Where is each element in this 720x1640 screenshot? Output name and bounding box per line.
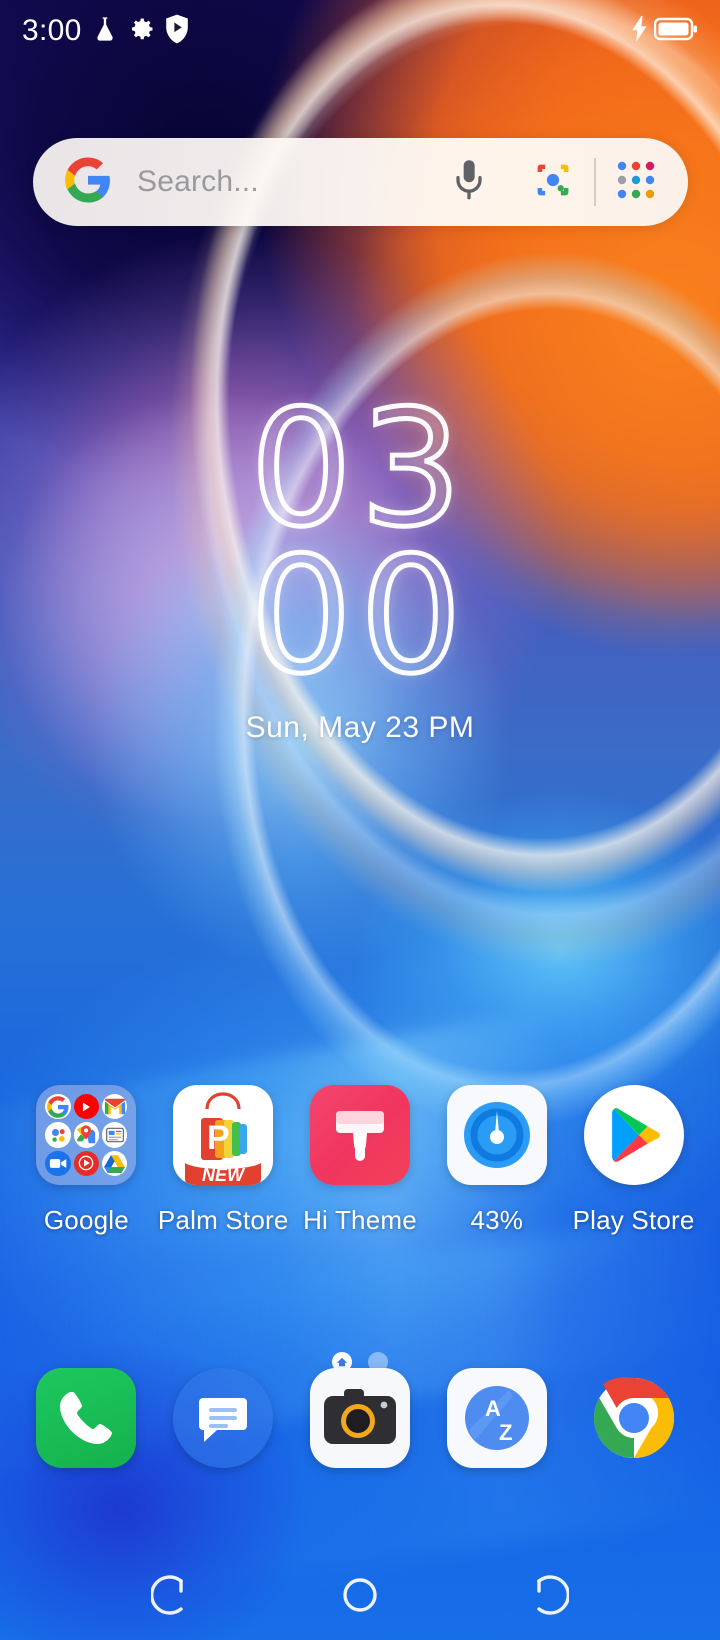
app-hi-theme[interactable]: Hi Theme xyxy=(301,1085,419,1236)
back-icon[interactable] xyxy=(512,1560,582,1630)
colorful-dots-grid-icon[interactable] xyxy=(614,158,658,207)
clock-date: Sun, May 23 PM xyxy=(245,711,475,745)
svg-text:P: P xyxy=(207,1119,230,1157)
mini-gmail-icon xyxy=(102,1094,128,1120)
app-label: Palm Store xyxy=(157,1205,289,1235)
svg-text:NEW: NEW xyxy=(202,1165,246,1185)
app-palm-store[interactable]: P NEW Palm Store xyxy=(158,1085,288,1236)
status-bar-clock: 3:00 xyxy=(22,14,82,47)
google-search-widget[interactable]: Search... xyxy=(33,138,688,226)
clock-widget[interactable]: 03 00 Sun, May 23 PM xyxy=(0,375,720,745)
clock-hours: 03 xyxy=(248,375,470,562)
dock-item-phone[interactable] xyxy=(27,1368,145,1468)
google-g-icon xyxy=(65,156,111,208)
palm-store-icon[interactable]: P NEW xyxy=(173,1085,274,1185)
home-icon[interactable] xyxy=(325,1560,395,1630)
mini-google-icon xyxy=(45,1094,71,1120)
flask-icon xyxy=(91,14,119,49)
play-store-icon[interactable] xyxy=(583,1085,684,1185)
app-label: Google xyxy=(43,1205,129,1235)
charging-bolt-icon xyxy=(631,15,649,47)
hi-theme-icon[interactable] xyxy=(309,1085,410,1185)
microphone-icon[interactable] xyxy=(450,158,488,207)
chrome-icon[interactable] xyxy=(584,1368,684,1468)
clock-minutes: 00 xyxy=(248,522,470,710)
app-label: Play Store xyxy=(572,1205,695,1235)
dock-item-chrome[interactable] xyxy=(575,1368,693,1468)
shield-play-icon xyxy=(165,14,189,49)
search-input-placeholder[interactable]: Search... xyxy=(137,165,450,199)
google-folder-icon[interactable] xyxy=(36,1085,137,1185)
search-divider xyxy=(594,158,596,206)
google-lens-icon[interactable] xyxy=(532,159,574,206)
status-bar: 3:00 xyxy=(0,0,720,62)
app-play-store[interactable]: Play Store xyxy=(572,1085,695,1236)
messages-icon[interactable] xyxy=(173,1368,274,1468)
mini-maps-icon xyxy=(73,1122,100,1148)
phone-master-gauge-icon[interactable] xyxy=(446,1085,547,1185)
mini-assistant-icon xyxy=(45,1122,71,1148)
status-bar-right xyxy=(631,15,698,47)
app-label: 43% xyxy=(470,1205,524,1235)
app-phone-master[interactable]: 43% xyxy=(438,1085,556,1236)
battery-icon xyxy=(653,16,698,47)
svg-text:A: A xyxy=(485,1396,501,1421)
svg-text:Z: Z xyxy=(499,1420,512,1445)
recents-icon[interactable] xyxy=(138,1560,208,1630)
navigation-bar xyxy=(0,1550,720,1640)
mini-drive-icon xyxy=(102,1150,128,1176)
az-app-drawer-icon[interactable]: A Z xyxy=(446,1368,547,1468)
mini-meet-icon xyxy=(45,1150,71,1176)
camera-icon[interactable] xyxy=(309,1368,410,1468)
dock-item-camera[interactable] xyxy=(301,1368,419,1468)
status-bar-left: 3:00 xyxy=(22,14,189,49)
phone-icon[interactable] xyxy=(36,1368,137,1468)
mini-news-icon xyxy=(102,1122,128,1148)
mini-play-movies-icon xyxy=(73,1150,100,1176)
app-grid-row: Google P NEW Palm Store Hi Theme 43% Pla… xyxy=(0,1085,720,1236)
app-google-folder[interactable]: Google xyxy=(27,1085,145,1236)
dock: A Z xyxy=(0,1368,720,1468)
gear-icon xyxy=(128,15,156,48)
app-label: Hi Theme xyxy=(303,1205,417,1235)
dock-item-app-drawer[interactable]: A Z xyxy=(438,1368,556,1468)
mini-youtube-icon xyxy=(73,1094,100,1120)
dock-item-messages[interactable] xyxy=(164,1368,282,1468)
